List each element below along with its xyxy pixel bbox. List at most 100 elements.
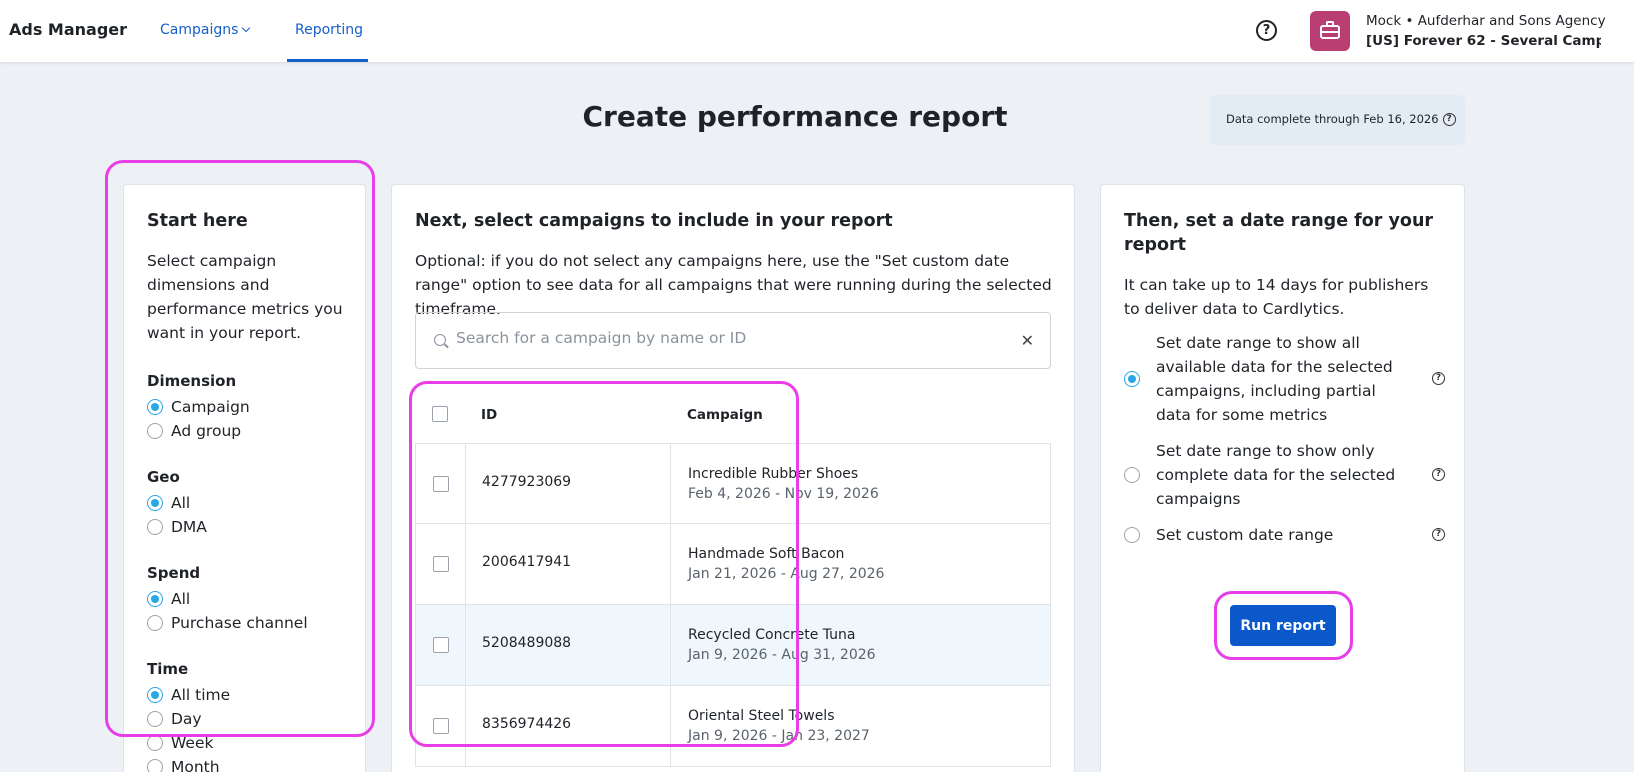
date-range-heading: Then, set a date range for your report bbox=[1124, 211, 1434, 255]
radio-button[interactable] bbox=[147, 423, 163, 439]
radio-button[interactable] bbox=[1124, 371, 1140, 387]
campaign-dates: Jan 9, 2026 - Aug 31, 2026 bbox=[688, 647, 876, 663]
campaign-table: ID Campaign 4277923069 Incredible Rubber … bbox=[415, 385, 1051, 767]
data-complete-badge: Data complete through Feb 16, 2026? bbox=[1210, 95, 1465, 145]
help-icon[interactable]: ? bbox=[1432, 468, 1445, 481]
radio-button[interactable] bbox=[147, 399, 163, 415]
radio-option[interactable]: Month bbox=[147, 758, 220, 772]
radio-label: Campaign bbox=[171, 398, 250, 416]
account-agency[interactable]: Mock • Aufderhar and Sons Agency bbox=[1366, 13, 1606, 29]
column-header-campaign: Campaign bbox=[687, 407, 763, 423]
campaign-select-card: Next, select campaigns to include in you… bbox=[391, 184, 1075, 772]
help-icon[interactable]: ? bbox=[1432, 372, 1445, 385]
campaign-id: 8356974426 bbox=[466, 686, 671, 766]
campaign-cell: Recycled Concrete Tuna Jan 9, 2026 - Aug … bbox=[672, 605, 876, 665]
row-checkbox[interactable] bbox=[433, 637, 449, 653]
help-icon[interactable]: ? bbox=[1256, 20, 1277, 41]
campaign-select-description: Optional: if you do not select any campa… bbox=[415, 252, 1052, 318]
radio-option[interactable]: All bbox=[147, 494, 190, 512]
row-checkbox-cell bbox=[416, 686, 466, 766]
radio-label: Month bbox=[171, 758, 220, 772]
column-header-id: ID bbox=[481, 407, 498, 423]
row-checkbox-cell bbox=[416, 605, 466, 685]
radio-option[interactable]: All bbox=[147, 590, 190, 608]
radio-label: Ad group bbox=[171, 422, 242, 440]
radio-button[interactable] bbox=[147, 591, 163, 607]
active-tab-indicator bbox=[287, 59, 368, 62]
run-report-button[interactable]: Run report bbox=[1230, 605, 1336, 646]
radio-label: Day bbox=[171, 710, 202, 728]
account-avatar[interactable] bbox=[1310, 11, 1350, 51]
select-all-checkbox[interactable] bbox=[432, 406, 448, 422]
top-nav: Ads Manager Campaigns Reporting ? Mock •… bbox=[0, 0, 1634, 63]
radio-button[interactable] bbox=[147, 519, 163, 535]
campaign-cell: Incredible Rubber Shoes Feb 4, 2026 - Nov… bbox=[672, 444, 879, 504]
search-input[interactable] bbox=[456, 329, 1016, 347]
campaign-dates: Jan 9, 2026 - Jan 23, 2027 bbox=[688, 728, 870, 744]
nav-campaigns-label: Campaigns bbox=[160, 22, 239, 38]
group-title: Time bbox=[147, 660, 189, 678]
row-checkbox[interactable] bbox=[433, 556, 449, 572]
campaign-name: Oriental Steel Towels bbox=[688, 708, 835, 724]
date-range-card: Then, set a date range for your report I… bbox=[1100, 184, 1465, 772]
radio-button[interactable] bbox=[1124, 467, 1140, 483]
radio-button[interactable] bbox=[147, 495, 163, 511]
radio-option[interactable]: All time bbox=[147, 686, 230, 704]
search-icon bbox=[434, 334, 446, 346]
campaign-select-heading: Next, select campaigns to include in you… bbox=[415, 211, 893, 231]
date-range-option[interactable]: Set date range to show all available dat… bbox=[1124, 331, 1445, 427]
radio-option[interactable]: Ad group bbox=[147, 422, 241, 440]
table-header: ID Campaign bbox=[415, 385, 1051, 443]
row-checkbox-cell bbox=[416, 524, 466, 604]
radio-option[interactable]: Campaign bbox=[147, 398, 250, 416]
radio-button[interactable] bbox=[147, 615, 163, 631]
campaign-id: 5208489088 bbox=[466, 605, 671, 685]
row-checkbox[interactable] bbox=[433, 718, 449, 734]
nav-campaigns[interactable]: Campaigns bbox=[160, 22, 251, 38]
account-campaign[interactable]: [US] Forever 62 - Several Campa... bbox=[1366, 33, 1601, 49]
start-here-description: Select campaign dimensions and performan… bbox=[147, 252, 343, 342]
radio-label: DMA bbox=[171, 518, 207, 536]
radio-button[interactable] bbox=[147, 687, 163, 703]
date-range-label: Set date range to show all available dat… bbox=[1156, 334, 1393, 424]
group-title: Geo bbox=[147, 468, 180, 486]
row-checkbox[interactable] bbox=[433, 476, 449, 492]
campaign-name: Incredible Rubber Shoes bbox=[688, 466, 859, 482]
radio-label: All bbox=[171, 494, 191, 512]
group-title: Dimension bbox=[147, 372, 237, 390]
table-body: 4277923069 Incredible Rubber Shoes Feb 4, … bbox=[415, 443, 1051, 767]
radio-option[interactable]: Week bbox=[147, 734, 213, 752]
help-icon[interactable]: ? bbox=[1442, 113, 1456, 126]
table-row[interactable]: 2006417941 Handmade Soft Bacon Jan 21, 202… bbox=[415, 524, 1051, 605]
brand-title: Ads Manager bbox=[9, 20, 128, 39]
campaign-dates: Jan 21, 2026 - Aug 27, 2026 bbox=[688, 566, 885, 582]
radio-button[interactable] bbox=[147, 711, 163, 727]
group-title: Spend bbox=[147, 564, 201, 582]
radio-option[interactable]: DMA bbox=[147, 518, 207, 536]
date-range-label: Set date range to show only complete dat… bbox=[1156, 442, 1396, 508]
table-row[interactable]: 4277923069 Incredible Rubber Shoes Feb 4, … bbox=[415, 443, 1051, 524]
radio-button[interactable] bbox=[1124, 527, 1140, 543]
campaign-search: ✕ bbox=[415, 312, 1051, 369]
campaign-id: 2006417941 bbox=[466, 524, 671, 604]
radio-option[interactable]: Day bbox=[147, 710, 202, 728]
table-row[interactable]: 5208489088 Recycled Concrete Tuna Jan 9, 2… bbox=[415, 605, 1051, 686]
table-row[interactable]: 8356974426 Oriental Steel Towels Jan 9, 20… bbox=[415, 686, 1051, 767]
date-range-description: It can take up to 14 days for publishers… bbox=[1124, 276, 1429, 318]
radio-button[interactable] bbox=[147, 735, 163, 751]
radio-button[interactable] bbox=[147, 759, 163, 772]
campaign-name: Handmade Soft Bacon bbox=[688, 546, 845, 562]
chevron-down-icon bbox=[242, 23, 251, 33]
date-range-option[interactable]: Set custom date range? bbox=[1124, 523, 1445, 547]
close-icon[interactable]: ✕ bbox=[1021, 331, 1034, 350]
date-range-label: Set custom date range bbox=[1156, 526, 1334, 544]
campaign-cell: Handmade Soft Bacon Jan 21, 2026 - Aug 27… bbox=[672, 524, 884, 584]
radio-option[interactable]: Purchase channel bbox=[147, 614, 308, 632]
nav-reporting[interactable]: Reporting bbox=[295, 22, 363, 38]
campaign-cell: Oriental Steel Towels Jan 9, 2026 - Jan 2… bbox=[672, 686, 870, 746]
help-icon[interactable]: ? bbox=[1432, 528, 1445, 541]
radio-label: Purchase channel bbox=[171, 614, 308, 632]
row-checkbox-cell bbox=[416, 444, 466, 524]
radio-label: All bbox=[171, 590, 191, 608]
date-range-option[interactable]: Set date range to show only complete dat… bbox=[1124, 439, 1445, 511]
